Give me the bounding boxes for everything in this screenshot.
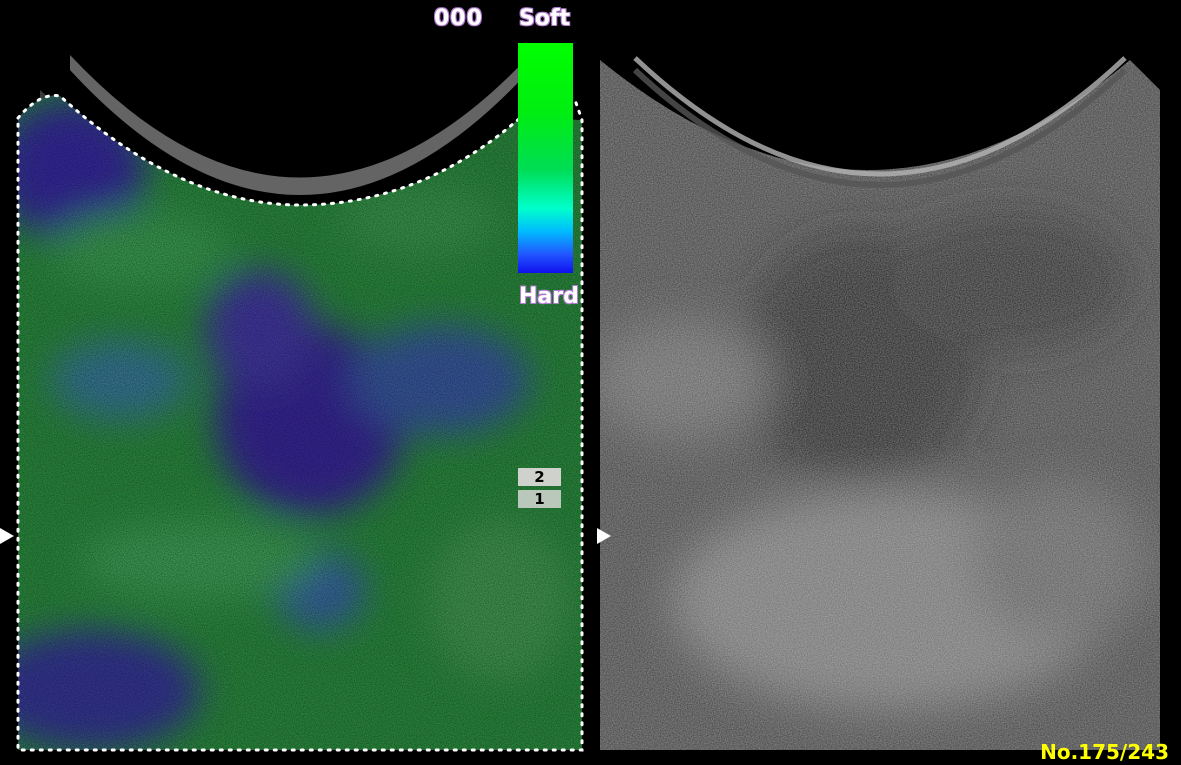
elastography-image bbox=[16, 55, 584, 752]
bmode-depth-pointer-icon[interactable] bbox=[597, 528, 611, 544]
elastography-pane: 000 Soft Hard 2 1 bbox=[0, 0, 590, 765]
depth-pointer-icon[interactable] bbox=[0, 528, 14, 544]
elasticity-counter: 000 bbox=[434, 6, 483, 31]
bmode-image bbox=[600, 56, 1160, 750]
scale-hard-label: Hard bbox=[519, 284, 579, 309]
frame-number: No.175/243 bbox=[1040, 740, 1169, 764]
bmode-pane bbox=[590, 0, 1181, 765]
focus-marker-lower[interactable]: 1 bbox=[518, 490, 561, 508]
elasticity-color-scale bbox=[518, 43, 573, 273]
focus-marker-upper[interactable]: 2 bbox=[518, 468, 561, 486]
scale-soft-label: Soft bbox=[519, 6, 571, 31]
